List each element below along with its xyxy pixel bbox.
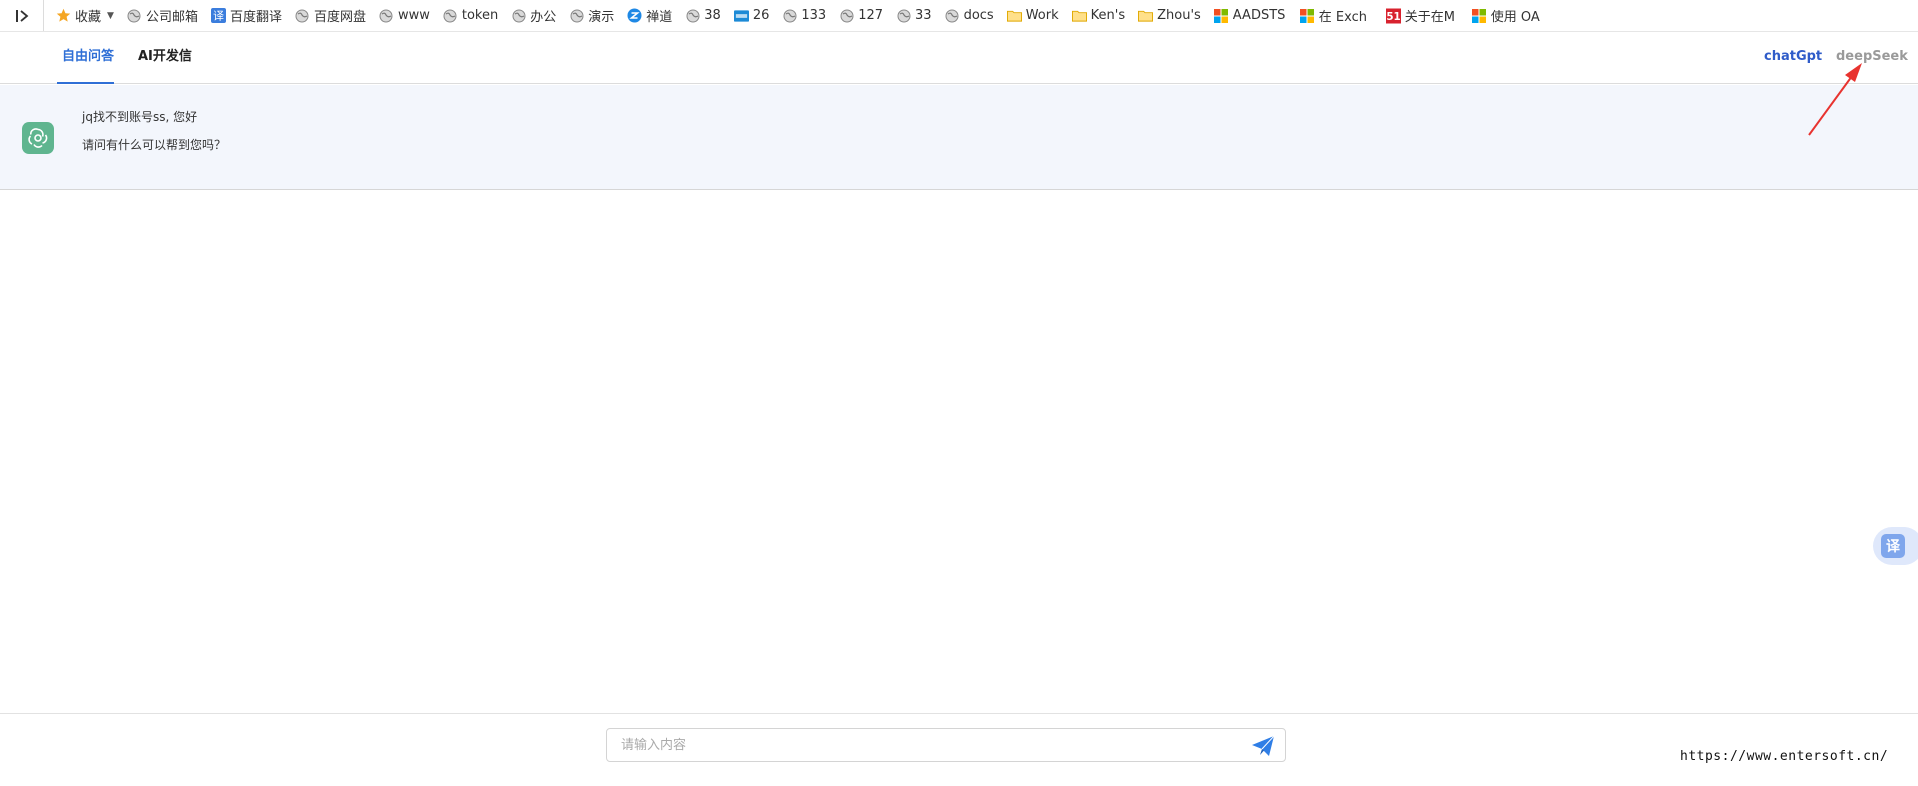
- bookmark-folder[interactable]: Zhou's: [1138, 8, 1201, 23]
- bookmark-item[interactable]: 百度网盘: [295, 6, 366, 25]
- folder-icon: [1006, 8, 1022, 23]
- globe-icon: [127, 8, 142, 23]
- folder-icon: [1071, 8, 1087, 23]
- globe-icon: [896, 8, 911, 23]
- bookmark-folder[interactable]: Work: [1006, 8, 1059, 23]
- bookmark-item[interactable]: 演示: [569, 6, 614, 25]
- globe-icon: [379, 8, 394, 23]
- bookmark-item[interactable]: 33: [896, 8, 932, 23]
- site-icon: [733, 8, 749, 23]
- bookmark-favorites[interactable]: 收藏 ▼: [56, 6, 114, 25]
- floating-translate-button[interactable]: 译: [1873, 527, 1918, 565]
- bookmark-item[interactable]: www: [379, 8, 430, 23]
- bookmark-item[interactable]: 禅道: [627, 6, 672, 25]
- greeting-line-2: 请问有什么可以帮到您吗？: [82, 138, 227, 152]
- translate-icon: 译: [210, 8, 226, 23]
- greeting-line-1: jq找不到账号ss, 您好: [82, 110, 198, 124]
- globe-icon: [569, 8, 584, 23]
- bookmark-item[interactable]: 公司邮箱: [127, 6, 198, 25]
- globe-icon: [782, 8, 797, 23]
- composer-bar: [0, 713, 1918, 786]
- message-input-box: [606, 728, 1286, 762]
- openai-icon: [22, 122, 54, 154]
- bookmark-item[interactable]: 使用 OA: [1472, 6, 1545, 25]
- 51cto-icon: 51: [1385, 8, 1401, 23]
- translate-icon: 译: [1881, 534, 1905, 558]
- globe-icon: [295, 8, 310, 23]
- top-navigation: 自由问答 AI开发信 chatGpt deepSeek: [0, 32, 1918, 84]
- chevron-down-icon[interactable]: ▼: [107, 11, 114, 21]
- bookmark-item[interactable]: AADSTS: [1214, 8, 1287, 23]
- tab-free-qa[interactable]: 自由问答: [57, 32, 114, 84]
- greeting-message: jq找不到账号ss, 您好 请问有什么可以帮到您吗？: [0, 85, 1918, 190]
- globe-icon: [685, 8, 700, 23]
- globe-icon: [945, 8, 960, 23]
- message-input[interactable]: [607, 729, 1227, 761]
- bookmark-item[interactable]: 办公: [511, 6, 556, 25]
- globe-icon: [511, 8, 526, 23]
- send-icon[interactable]: [1251, 735, 1275, 757]
- bookmark-item[interactable]: 127: [839, 8, 883, 23]
- svg-text:译: 译: [213, 10, 224, 23]
- globe-icon: [443, 8, 458, 23]
- bookmarks-bar: 收藏 ▼ 公司邮箱 译 百度翻译 百度网盘 www token 办公 演示 禅道…: [0, 0, 1918, 32]
- sidebar-toggle-icon[interactable]: [0, 0, 44, 31]
- globe-icon: [839, 8, 854, 23]
- bookmark-item[interactable]: 译 百度翻译: [210, 6, 282, 25]
- microsoft-icon: [1214, 8, 1229, 23]
- folder-icon: [1138, 8, 1154, 23]
- bookmark-item[interactable]: 26: [733, 8, 769, 23]
- bookmark-item[interactable]: 38: [685, 8, 721, 23]
- annotation-arrow-icon: [1808, 63, 1862, 136]
- bookmark-folder[interactable]: Ken's: [1071, 8, 1125, 23]
- star-icon: [56, 8, 71, 23]
- watermark: https://www.entersoft.cn/: [1680, 749, 1889, 764]
- bookmark-item[interactable]: 51 关于在M: [1385, 6, 1459, 25]
- tab-ai-dev-letter[interactable]: AI开发信: [138, 32, 192, 84]
- microsoft-icon: [1300, 8, 1315, 23]
- bookmark-item[interactable]: docs: [945, 8, 994, 23]
- bookmark-item[interactable]: 133: [782, 8, 826, 23]
- microsoft-icon: [1472, 8, 1487, 23]
- zentao-icon: [627, 8, 642, 23]
- svg-text:51: 51: [1386, 11, 1400, 23]
- bookmark-item[interactable]: 在 Exch: [1300, 6, 1373, 25]
- bookmark-item[interactable]: token: [443, 8, 498, 23]
